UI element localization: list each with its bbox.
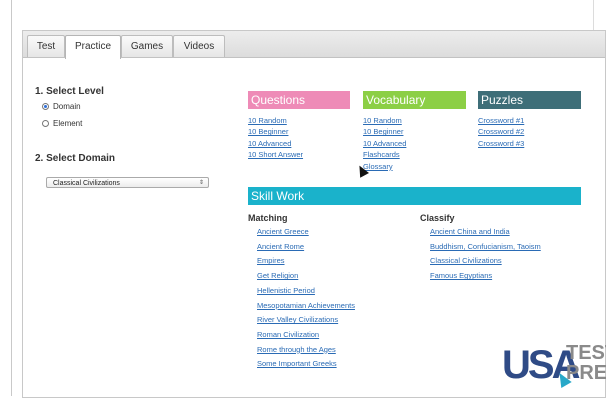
classify-link[interactable]: Classical Civilizations bbox=[430, 254, 541, 269]
skill-work-header: Skill Work bbox=[248, 187, 581, 205]
classify-link[interactable]: Buddhism, Confucianism, Taoism bbox=[430, 240, 541, 255]
select-level-heading: 1. Select Level bbox=[35, 86, 104, 97]
classify-link[interactable]: Ancient China and India bbox=[430, 225, 541, 240]
select-domain-heading: 2. Select Domain bbox=[35, 153, 116, 164]
tab-games[interactable]: Games bbox=[121, 35, 173, 57]
radio-unchecked-icon[interactable] bbox=[42, 120, 49, 127]
matching-link[interactable]: Ancient Rome bbox=[257, 240, 355, 255]
usa-test-prep-logo: USA TEST PREP bbox=[502, 342, 606, 396]
matching-link[interactable]: Get Religion bbox=[257, 269, 355, 284]
tab-videos[interactable]: Videos bbox=[173, 35, 225, 57]
level-option-element[interactable]: Element bbox=[42, 119, 82, 128]
vocabulary-link-glossary[interactable]: Glossary bbox=[363, 161, 406, 172]
radio-checked-icon[interactable] bbox=[42, 103, 49, 110]
matching-link[interactable]: Rome through the Ages bbox=[257, 343, 355, 358]
questions-header: Questions bbox=[248, 91, 350, 109]
matching-link[interactable]: Hellenistic Period bbox=[257, 284, 355, 299]
select-arrows-icon: ⇕ bbox=[198, 180, 204, 186]
puzzles-link-crossword-1[interactable]: Crossword #1 bbox=[478, 115, 524, 126]
domain-select[interactable]: Classical Civilizations ⇕ bbox=[46, 177, 209, 188]
matching-link[interactable]: Ancient Greece bbox=[257, 225, 355, 240]
puzzles-links: Crossword #1 Crossword #2 Crossword #3 bbox=[478, 115, 524, 149]
vocabulary-link-10-random[interactable]: 10 Random bbox=[363, 115, 406, 126]
questions-links: 10 Random 10 Beginner 10 Advanced 10 Sho… bbox=[248, 115, 303, 161]
questions-link-10-short-answer[interactable]: 10 Short Answer bbox=[248, 149, 303, 160]
vocabulary-link-10-advanced[interactable]: 10 Advanced bbox=[363, 138, 406, 149]
questions-link-10-advanced[interactable]: 10 Advanced bbox=[248, 138, 303, 149]
vocabulary-link-flashcards[interactable]: Flashcards bbox=[363, 149, 406, 160]
tab-bar: Test Practice Games Videos bbox=[23, 31, 605, 59]
matching-link[interactable]: Empires bbox=[257, 254, 355, 269]
left-border-line bbox=[11, 0, 12, 396]
tab-test[interactable]: Test bbox=[27, 35, 65, 57]
puzzles-header: Puzzles bbox=[478, 91, 581, 109]
matching-link[interactable]: Roman Civilization bbox=[257, 328, 355, 343]
puzzles-link-crossword-2[interactable]: Crossword #2 bbox=[478, 126, 524, 137]
level-option-label: Element bbox=[53, 119, 83, 128]
logo-prep-text: PREP bbox=[566, 362, 606, 384]
matching-link[interactable]: River Valley Civilizations bbox=[257, 313, 355, 328]
level-option-domain[interactable]: Domain bbox=[42, 102, 81, 111]
vocabulary-header: Vocabulary bbox=[363, 91, 466, 109]
puzzles-link-crossword-3[interactable]: Crossword #3 bbox=[478, 138, 524, 149]
matching-link[interactable]: Some Important Greeks bbox=[257, 357, 355, 372]
classify-link[interactable]: Famous Egyptians bbox=[430, 269, 541, 284]
vocabulary-links: 10 Random 10 Beginner 10 Advanced Flashc… bbox=[363, 115, 406, 172]
logo-test-text: TEST bbox=[566, 342, 606, 364]
questions-link-10-beginner[interactable]: 10 Beginner bbox=[248, 126, 303, 137]
matching-links: Ancient Greece Ancient Rome Empires Get … bbox=[257, 225, 355, 372]
level-option-label: Domain bbox=[53, 102, 81, 111]
vocabulary-link-10-beginner[interactable]: 10 Beginner bbox=[363, 126, 406, 137]
questions-link-10-random[interactable]: 10 Random bbox=[248, 115, 303, 126]
matching-label: Matching bbox=[248, 213, 288, 223]
classify-label: Classify bbox=[420, 213, 455, 223]
tab-practice[interactable]: Practice bbox=[65, 35, 121, 59]
matching-link[interactable]: Mesopotamian Achievements bbox=[257, 299, 355, 314]
domain-select-value: Classical Civilizations bbox=[53, 180, 120, 187]
classify-links: Ancient China and India Buddhism, Confuc… bbox=[430, 225, 541, 284]
